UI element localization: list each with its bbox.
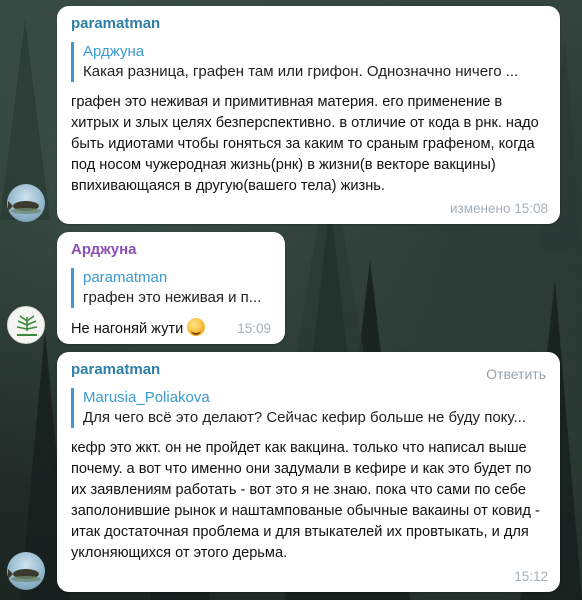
sender-name[interactable]: paramatman <box>71 14 550 34</box>
fish-avatar-icon <box>8 569 41 582</box>
sender-name[interactable]: paramatman <box>71 360 550 380</box>
reply-quote[interactable]: Арджуна Какая разница, графен там или гр… <box>71 42 550 82</box>
message-bubble[interactable]: Арджуна paramatman графен это неживая и … <box>57 232 285 344</box>
quote-text: Для чего всё это делают? Сейчас кефир бо… <box>83 409 526 426</box>
quote-author: paramatman <box>83 269 168 286</box>
message-text: графен это неживая и примитивная материя… <box>71 94 539 194</box>
message-time: изменено 15:08 <box>450 201 548 216</box>
fish-avatar-icon <box>8 201 41 214</box>
message-text: кефр это жкт. он не пройдет как вакцина.… <box>71 440 540 561</box>
message-text-content: Не нагоняй жути <box>71 321 184 337</box>
message-time: 15:12 <box>514 569 548 584</box>
sender-name[interactable]: Арджуна <box>71 240 275 260</box>
avatar-paramatman[interactable] <box>7 184 45 222</box>
message-time: 15:09 <box>237 321 271 336</box>
reply-quote[interactable]: paramatman графен это неживая и п... <box>71 268 275 308</box>
reply-quote[interactable]: Marusia_Poliakova Для чего всё это делаю… <box>71 388 550 428</box>
quote-text: Какая разница, графен там или грифон. Од… <box>83 63 519 80</box>
quote-author: Арджуна <box>83 43 145 60</box>
quote-author: Marusia_Poliakova <box>83 389 210 406</box>
message-bubble[interactable]: paramatman Ответить Marusia_Poliakova Дл… <box>57 352 560 592</box>
reply-button[interactable]: Ответить <box>486 366 546 382</box>
message-bubble[interactable]: paramatman Арджуна Какая разница, графен… <box>57 6 560 224</box>
zany-face-emoji-icon <box>187 318 206 336</box>
quote-text: графен это неживая и п... <box>83 289 262 306</box>
avatar-ardzhuna[interactable] <box>7 306 45 344</box>
avatar-paramatman[interactable] <box>7 552 45 590</box>
